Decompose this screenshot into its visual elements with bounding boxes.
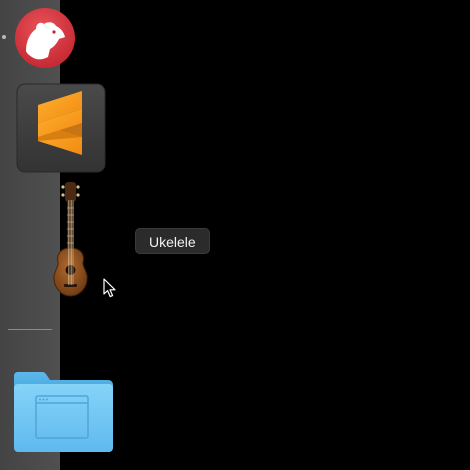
sublime-text-app-icon [16, 83, 106, 173]
running-indicator-dot [2, 35, 6, 39]
ukelele-app-icon [53, 182, 88, 297]
bear-app-icon [15, 8, 75, 68]
dock-tooltip: Ukelele [135, 228, 210, 254]
desktop: Ukelele [0, 0, 470, 470]
dock-item-ukelele[interactable] [46, 180, 96, 300]
mouse-cursor-icon [103, 278, 116, 298]
dock-item-bear[interactable] [14, 7, 76, 69]
dock-item-folder[interactable] [12, 370, 116, 454]
dock [0, 0, 113, 470]
dock-item-sublime-text[interactable] [16, 83, 106, 173]
folder-icon [14, 372, 113, 452]
dock-separator [8, 329, 52, 330]
